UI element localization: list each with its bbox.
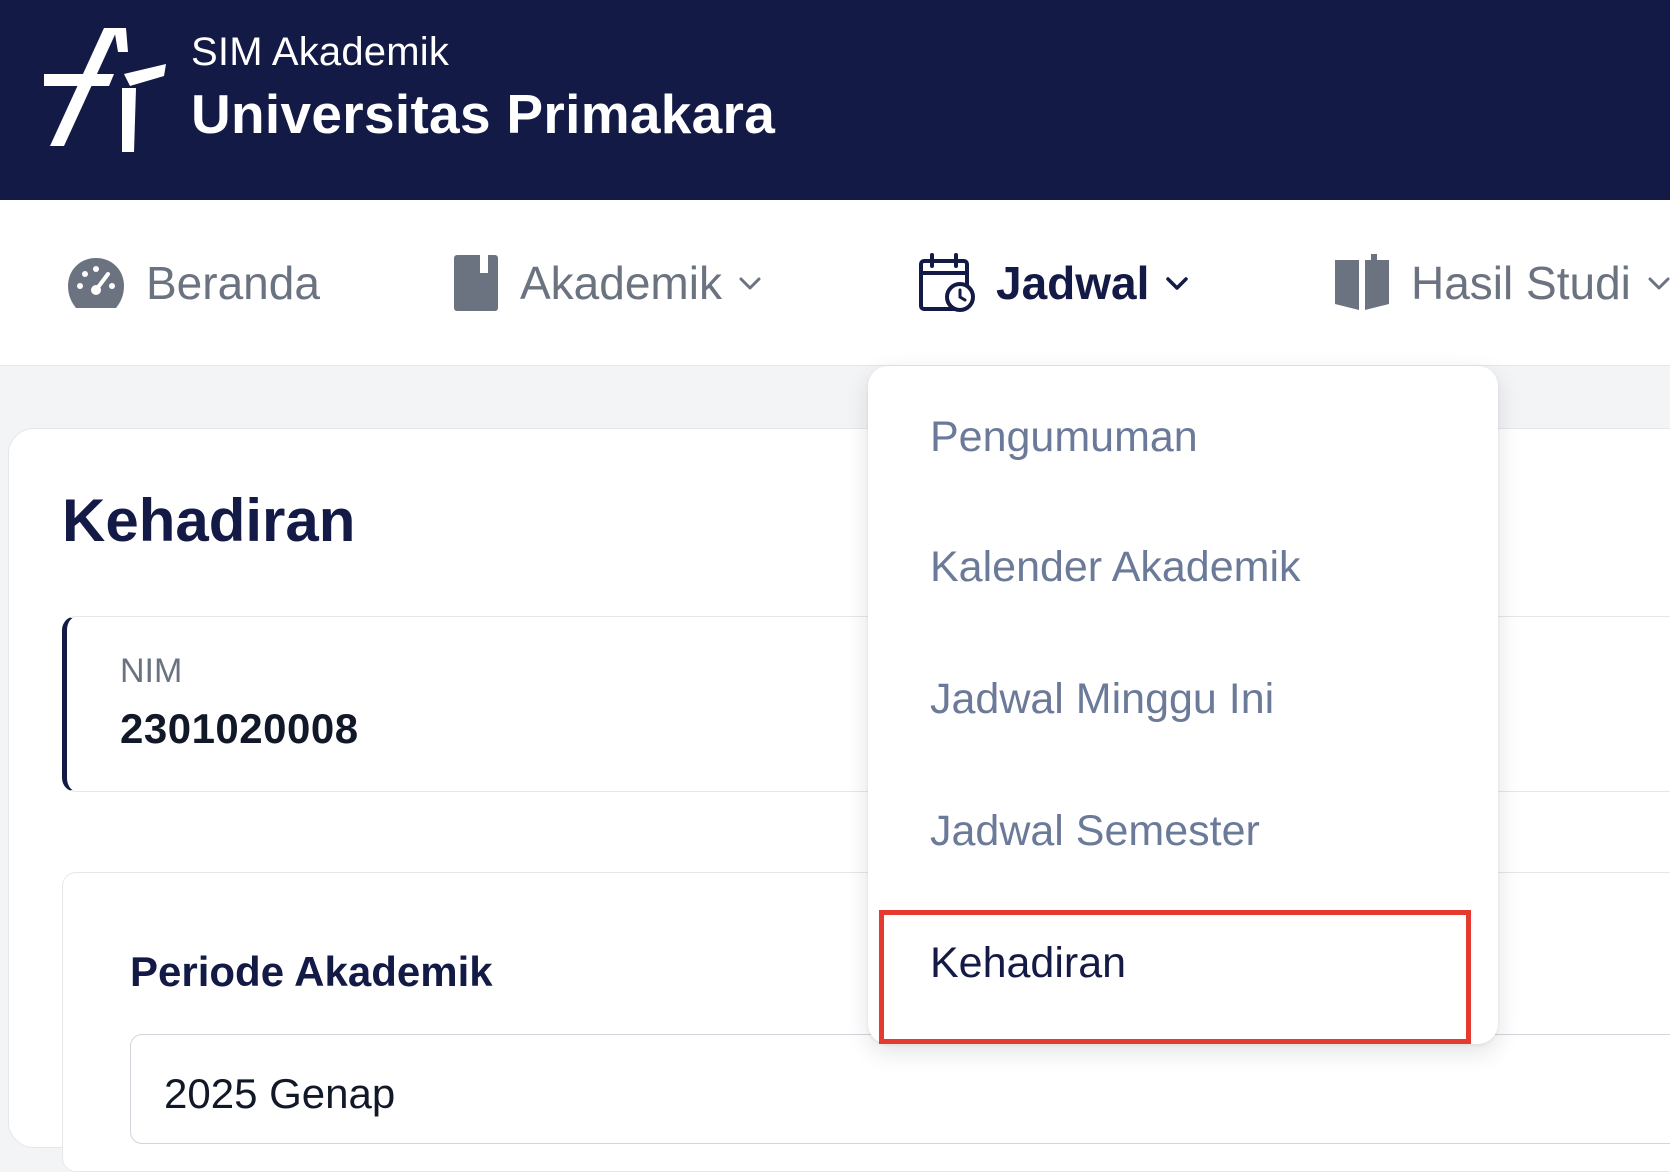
calendar-clock-icon (919, 253, 975, 312)
nim-label: NIM (120, 652, 183, 690)
periode-label: Periode Akademik (130, 948, 493, 995)
app-title: Universitas Primakara (191, 83, 776, 145)
nav-label-hasil-studi: Hasil Studi (1411, 257, 1631, 309)
menu-item-jadwal-semester[interactable]: Jadwal Semester (868, 766, 1498, 896)
nav-item-beranda[interactable]: Beranda (66, 200, 320, 366)
app-subtitle: SIM Akademik (191, 30, 450, 74)
nim-value: 2301020008 (120, 705, 359, 752)
dashboard-gauge-icon (68, 258, 124, 308)
nav-item-jadwal[interactable]: Jadwal (918, 200, 1191, 366)
periode-selected-value[interactable]: 2025 Genap (164, 1070, 395, 1118)
open-book-icon (1335, 254, 1389, 310)
page-title: Kehadiran (62, 487, 356, 554)
jadwal-dropdown-menu: Pengumuman Kalender Akademik Jadwal Ming… (868, 366, 1498, 1044)
chevron-down-icon (739, 277, 761, 290)
chevron-down-icon (1166, 277, 1189, 290)
book-icon (454, 255, 498, 311)
nav-item-hasil-studi[interactable]: Hasil Studi (1333, 200, 1670, 366)
menu-item-kalender-akademik[interactable]: Kalender Akademik (868, 502, 1498, 632)
app-header: SIM Akademik Universitas Primakara (0, 0, 1670, 200)
main-navbar: Beranda Akademik Jadwal Hasil Studi (0, 200, 1670, 366)
menu-item-pengumuman[interactable]: Pengumuman (868, 372, 1498, 502)
menu-item-kehadiran[interactable]: Kehadiran (868, 898, 1498, 1028)
nav-label-akademik: Akademik (520, 257, 722, 309)
nav-label-jadwal: Jadwal (996, 257, 1150, 309)
nav-label-beranda: Beranda (146, 257, 320, 309)
university-logo (44, 28, 166, 152)
chevron-down-icon (1648, 277, 1670, 290)
nav-item-akademik[interactable]: Akademik (452, 200, 764, 366)
menu-item-jadwal-minggu-ini[interactable]: Jadwal Minggu Ini (868, 634, 1498, 764)
